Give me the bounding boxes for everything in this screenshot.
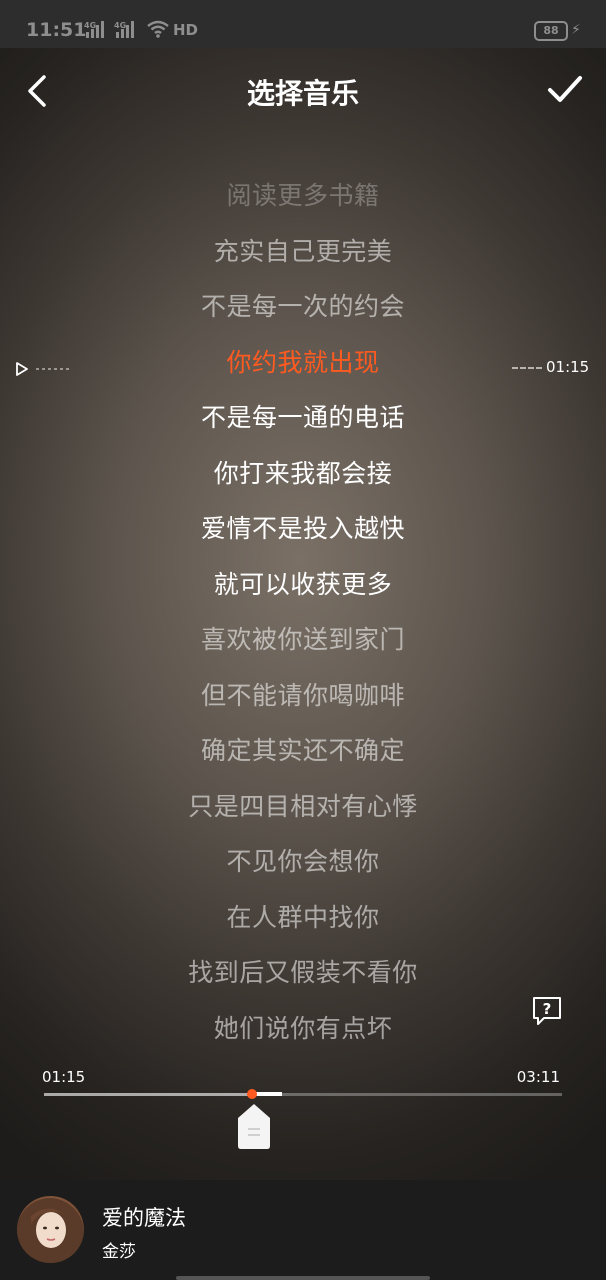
line-time-marker: 01:15 bbox=[512, 358, 592, 378]
confirm-button[interactable] bbox=[544, 72, 586, 108]
total-time: 03:11 bbox=[516, 1068, 560, 1086]
cellular-signal-icon: 4G bbox=[114, 21, 134, 38]
lyric-line[interactable]: 不是每一通的电话 bbox=[0, 398, 606, 438]
lyric-line[interactable]: 充实自己更完美 bbox=[0, 232, 606, 272]
lyric-line[interactable]: 她们说你有点坏 bbox=[0, 1009, 606, 1049]
album-cover-avatar bbox=[17, 1196, 84, 1263]
artist-name: 金莎 bbox=[102, 1242, 136, 1262]
now-playing-bar[interactable]: 爱的魔法 金莎 bbox=[0, 1180, 606, 1280]
lyric-line[interactable]: 但不能请你喝咖啡 bbox=[0, 676, 606, 716]
status-time: 11:51 bbox=[26, 19, 87, 41]
lyric-line[interactable]: 就可以收获更多 bbox=[0, 565, 606, 605]
lyric-line[interactable]: 找到后又假装不看你 bbox=[0, 953, 606, 993]
progress-played bbox=[44, 1093, 253, 1096]
charging-icon: ⚡ bbox=[571, 22, 581, 38]
lyric-line[interactable]: 不是每一次的约会 bbox=[0, 287, 606, 327]
svg-text:4G: 4G bbox=[114, 21, 126, 30]
lyric-line[interactable]: 阅读更多书籍 bbox=[0, 176, 606, 216]
lyric-feedback-button[interactable]: ? bbox=[530, 994, 564, 1028]
play-icon bbox=[16, 362, 70, 376]
lyric-line[interactable]: 只是四目相对有心悸 bbox=[0, 787, 606, 827]
page-title: 选择音乐 bbox=[246, 77, 359, 110]
lyric-line[interactable]: 爱情不是投入越快 bbox=[0, 509, 606, 549]
battery-level: 88 bbox=[543, 24, 559, 37]
lyric-line[interactable]: 不见你会想你 bbox=[0, 842, 606, 882]
current-time: 01:15 bbox=[42, 1068, 86, 1086]
play-from-line-button[interactable] bbox=[14, 360, 74, 378]
wifi-icon bbox=[147, 20, 169, 38]
lyric-line[interactable]: 你打来我都会接 bbox=[0, 454, 606, 494]
segment-drag-handle[interactable] bbox=[236, 1102, 272, 1150]
lyric-line[interactable]: 在人群中找你 bbox=[0, 898, 606, 938]
progress-area: 01:15 03:11 bbox=[0, 1060, 606, 1160]
checkmark-icon bbox=[548, 76, 582, 102]
lyric-line[interactable]: 确定其实还不确定 bbox=[0, 731, 606, 771]
cellular-signal-icon: 4G bbox=[84, 21, 104, 38]
question-bubble-icon: ? bbox=[533, 997, 561, 1025]
home-indicator bbox=[176, 1276, 430, 1280]
network-label: HD bbox=[173, 21, 199, 39]
svg-text:?: ? bbox=[543, 1000, 552, 1018]
svg-text:4G: 4G bbox=[84, 21, 96, 30]
status-bar: 11:51 4G 4G HD 88 ⚡ bbox=[0, 0, 606, 48]
dashed-divider bbox=[512, 366, 542, 369]
lyric-line[interactable]: 喜欢被你送到家门 bbox=[0, 620, 606, 660]
song-title: 爱的魔法 bbox=[102, 1206, 186, 1230]
line-time: 01:15 bbox=[546, 358, 590, 376]
title-bar: 选择音乐 bbox=[0, 48, 606, 134]
progress-dot[interactable] bbox=[247, 1089, 258, 1099]
progress-track[interactable] bbox=[44, 1089, 562, 1099]
battery-icon: 88 bbox=[534, 21, 568, 41]
